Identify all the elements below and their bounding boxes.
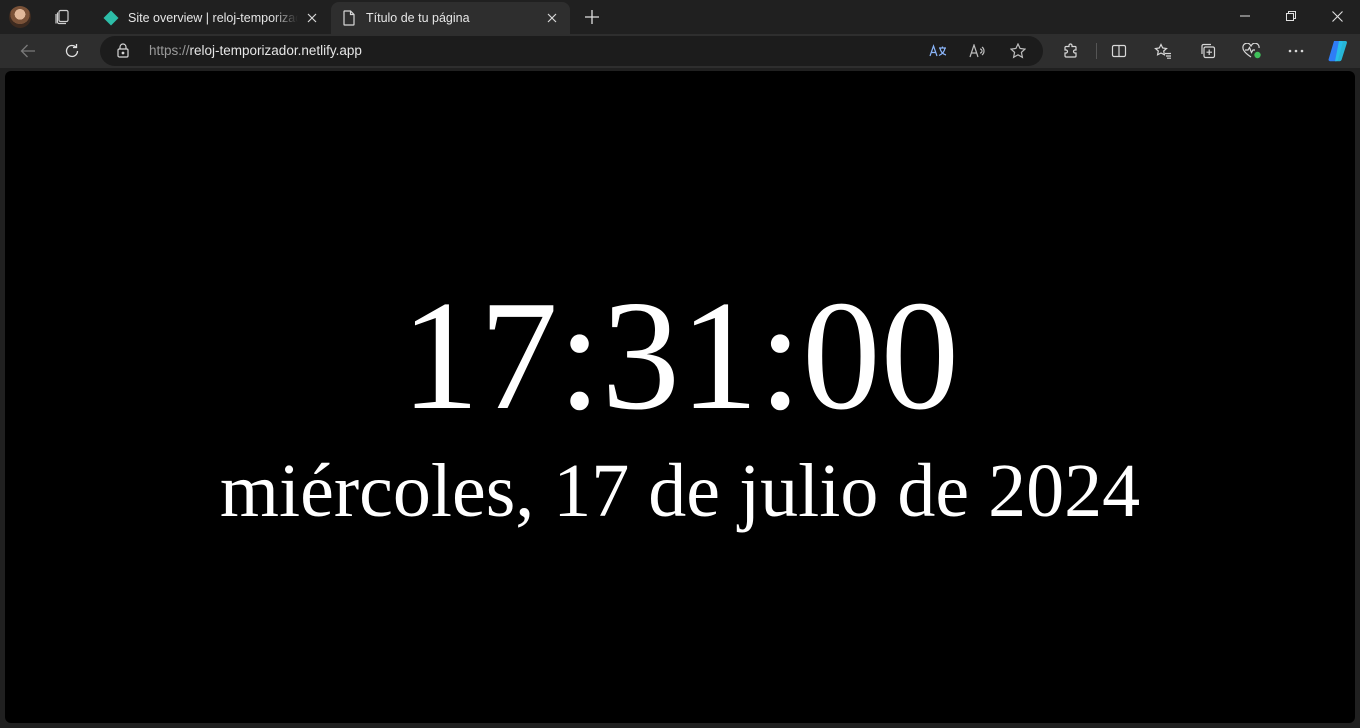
extensions-icon[interactable] — [1057, 37, 1085, 65]
close-window-button[interactable] — [1314, 0, 1360, 32]
lock-icon[interactable] — [117, 43, 129, 58]
url-text[interactable]: https://reloj-temporizador.netlify.app — [149, 43, 362, 58]
toolbar-divider — [1096, 43, 1097, 59]
new-tab-button[interactable] — [580, 5, 604, 29]
clock-date: miércoles, 17 de julio de 2024 — [219, 449, 1141, 533]
tab-strip: Site overview | reloj-temporizador Títul… — [0, 0, 1360, 34]
tab-title: Título de tu página — [366, 11, 470, 25]
tab-titulo-pagina[interactable]: Título de tu página — [331, 2, 570, 34]
browser-toolbar: https://reloj-temporizador.netlify.app — [0, 34, 1360, 68]
url-host: reloj-temporizador.netlify.app — [189, 43, 362, 58]
clock-time: 17:31:00 — [400, 268, 960, 442]
favorite-star-icon[interactable] — [1004, 37, 1032, 65]
close-tab-icon[interactable] — [544, 10, 560, 26]
read-aloud-icon[interactable] — [964, 37, 992, 65]
back-button[interactable] — [14, 37, 42, 65]
profile-avatar[interactable] — [9, 6, 31, 28]
collections-icon[interactable] — [1194, 37, 1222, 65]
split-screen-icon[interactable] — [1105, 37, 1133, 65]
url-scheme: https:// — [149, 43, 190, 58]
workspaces-icon[interactable] — [46, 2, 78, 32]
netlify-diamond-icon — [103, 10, 119, 26]
copilot-icon[interactable] — [1324, 37, 1352, 65]
address-bar[interactable]: https://reloj-temporizador.netlify.app — [100, 36, 1043, 66]
refresh-button[interactable] — [58, 37, 86, 65]
tab-site-overview[interactable]: Site overview | reloj-temporizador — [93, 2, 330, 34]
more-options-icon[interactable] — [1282, 37, 1310, 65]
minimize-button[interactable] — [1222, 0, 1268, 32]
page-viewport: 17:31:00 miércoles, 17 de julio de 2024 — [5, 71, 1355, 723]
browser-essentials-icon[interactable] — [1238, 37, 1266, 65]
restore-button[interactable] — [1268, 0, 1314, 32]
close-tab-icon[interactable] — [304, 10, 320, 26]
page-icon — [341, 10, 357, 26]
translate-icon[interactable] — [924, 37, 952, 65]
tab-title: Site overview | reloj-temporizador — [128, 11, 298, 25]
favorites-icon[interactable] — [1149, 37, 1177, 65]
